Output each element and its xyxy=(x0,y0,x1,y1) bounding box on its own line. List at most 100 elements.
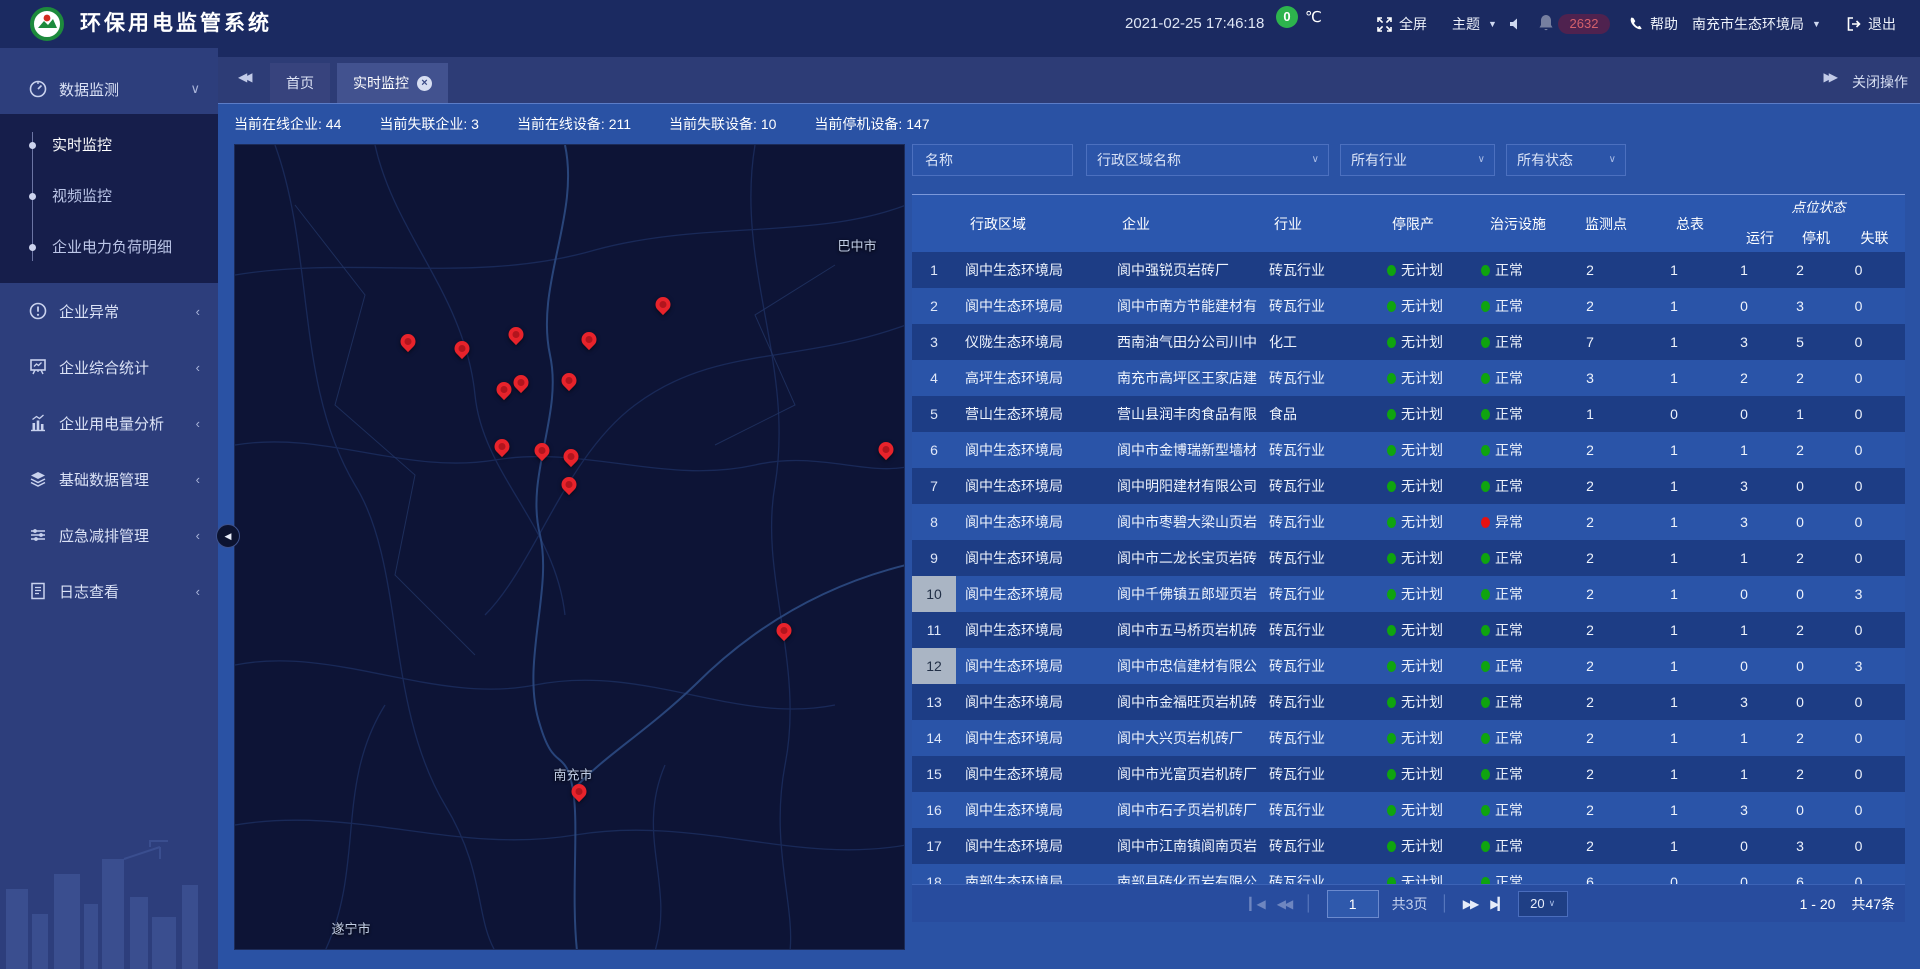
chevron-left-icon: ‹ xyxy=(196,416,200,431)
page-size-select[interactable]: 20 ∨ xyxy=(1518,891,1568,917)
pin-shape xyxy=(558,474,579,495)
fullscreen-label: 全屏 xyxy=(1399,14,1427,34)
status-dot-green xyxy=(1481,805,1490,816)
stop-plan-label: 无计划 xyxy=(1401,656,1443,676)
sidebar-item-3[interactable]: 企业用电量分析‹ xyxy=(0,395,218,451)
cell-facility: 正常 xyxy=(1472,576,1564,612)
table-row[interactable]: 15阆中生态环境局阆中市光富页岩机砖厂砖瓦行业无计划正常21120 xyxy=(912,756,1905,792)
stop-plan-label: 无计划 xyxy=(1401,692,1443,712)
cell-lost: 3 xyxy=(1844,648,1905,684)
col-header-facility: 治污设施 xyxy=(1472,195,1564,253)
sidebar-item-5[interactable]: 应急减排管理‹ xyxy=(0,507,218,563)
first-page-icon[interactable]: ▎◀ xyxy=(1249,897,1263,911)
table-row[interactable]: 13阆中生态环境局阆中市金福旺页岩机砖砖瓦行业无计划正常21300 xyxy=(912,684,1905,720)
cell-run: 1 xyxy=(1732,540,1788,576)
tab-realtime-monitor[interactable]: 实时监控 × xyxy=(337,63,448,103)
theme-menu[interactable]: 主题 ▼ xyxy=(1452,0,1497,48)
map-pin-icon[interactable] xyxy=(561,476,578,498)
table-row[interactable]: 18南部生态环境局南部县砖化页岩有限公砖瓦行业无计划正常60060 xyxy=(912,864,1905,884)
tab-home[interactable]: 首页 xyxy=(270,63,330,103)
table-row[interactable]: 9阆中生态环境局阆中市二龙长宝页岩砖砖瓦行业无计划正常21120 xyxy=(912,540,1905,576)
cell-company: 阆中明阳建材有限公司 xyxy=(1108,468,1260,504)
map-pin-icon[interactable] xyxy=(581,331,598,353)
status-filter-select[interactable]: 所有状态 ∨ xyxy=(1506,144,1626,176)
map-pin-icon[interactable] xyxy=(571,783,588,805)
map-pin-icon[interactable] xyxy=(563,448,580,470)
table-row[interactable]: 11阆中生态环境局阆中市五马桥页岩机砖砖瓦行业无计划正常21120 xyxy=(912,612,1905,648)
logout-button[interactable]: 退出 xyxy=(1846,0,1896,48)
map-pin-icon[interactable] xyxy=(494,438,511,460)
next-page-icon[interactable]: ▶▶ xyxy=(1463,897,1477,911)
map-pin-icon[interactable] xyxy=(400,333,417,355)
cell-region: 阆中生态环境局 xyxy=(956,504,1108,540)
map-pin-icon[interactable] xyxy=(878,441,895,463)
sidebar-item-2[interactable]: 企业综合统计‹ xyxy=(0,339,218,395)
cell-company: 阆中市石子页岩机砖厂 xyxy=(1108,792,1260,828)
table-row[interactable]: 10阆中生态环境局阆中千佛镇五郎垭页岩砖瓦行业无计划正常21003 xyxy=(912,576,1905,612)
map-pin-icon[interactable] xyxy=(655,296,672,318)
collapse-sidebar-handle[interactable]: ◀ xyxy=(216,524,240,548)
stat-label: 当前在线企业: xyxy=(234,116,326,132)
table-row[interactable]: 5营山生态环境局营山县润丰肉食品有限食品无计划正常10010 xyxy=(912,396,1905,432)
mute-button[interactable] xyxy=(1508,0,1524,48)
notification-count-badge[interactable]: 2632 xyxy=(1558,14,1610,34)
industry-filter-select[interactable]: 所有行业 ∨ xyxy=(1340,144,1495,176)
table-row[interactable]: 8阆中生态环境局阆中市枣碧大梁山页岩砖瓦行业无计划异常21300 xyxy=(912,504,1905,540)
table-row[interactable]: 14阆中生态环境局阆中大兴页岩机砖厂砖瓦行业无计划正常21120 xyxy=(912,720,1905,756)
sidebar-item-6[interactable]: 日志查看‹ xyxy=(0,563,218,619)
table-row[interactable]: 7阆中生态环境局阆中明阳建材有限公司砖瓦行业无计划正常21300 xyxy=(912,468,1905,504)
scroll-tabs-left-icon[interactable]: ◀◀ xyxy=(238,70,248,84)
cell-company: 阆中市枣碧大梁山页岩 xyxy=(1108,504,1260,540)
table-row[interactable]: 6阆中生态环境局阆中市金博瑞新型墙材砖瓦行业无计划正常21120 xyxy=(912,432,1905,468)
stat-value: 3 xyxy=(471,116,479,132)
cell-industry: 砖瓦行业 xyxy=(1260,504,1378,540)
sidebar-subitem-0-2[interactable]: 企业电力负荷明细 xyxy=(0,222,218,273)
map-pin-icon[interactable] xyxy=(534,442,551,464)
table-row[interactable]: 12阆中生态环境局阆中市忠信建材有限公砖瓦行业无计划正常21003 xyxy=(912,648,1905,684)
map-pin-icon[interactable] xyxy=(513,374,530,396)
sidebar-item-4[interactable]: 基础数据管理‹ xyxy=(0,451,218,507)
table-row[interactable]: 3仪陇生态环境局西南油气田分公司川中化工无计划正常71350 xyxy=(912,324,1905,360)
cell-stop: 无计划 xyxy=(1378,504,1472,540)
table-row[interactable]: 2阆中生态环境局阆中市南方节能建材有砖瓦行业无计划正常21030 xyxy=(912,288,1905,324)
temperature-unit: ℃ xyxy=(1305,8,1322,26)
map-canvas[interactable]: 巴中市南充市遂宁市 xyxy=(234,144,905,950)
facility-status-label: 正常 xyxy=(1495,872,1523,884)
cell-num: 3 xyxy=(912,324,956,360)
sidebar-item-0[interactable]: 数据监测∨ xyxy=(0,64,218,114)
table-row[interactable]: 17阆中生态环境局阆中市江南镇阆南页岩砖瓦行业无计划正常21030 xyxy=(912,828,1905,864)
sidebar-item-1[interactable]: 企业异常‹ xyxy=(0,283,218,339)
table-row[interactable]: 16阆中生态环境局阆中市石子页岩机砖厂砖瓦行业无计划正常21300 xyxy=(912,792,1905,828)
prev-page-icon[interactable]: ◀◀ xyxy=(1277,897,1291,911)
help-button[interactable]: 帮助 xyxy=(1628,0,1678,48)
name-filter-input[interactable] xyxy=(923,151,1062,169)
org-menu[interactable]: 南充市生态环境局 ▼ xyxy=(1692,0,1821,48)
table-row[interactable]: 1阆中生态环境局阆中强锐页岩砖厂砖瓦行业无计划正常21120 xyxy=(912,252,1905,288)
map-pin-icon[interactable] xyxy=(776,622,793,644)
chevron-down-icon: ∨ xyxy=(190,81,200,97)
cell-meter: 1 xyxy=(1648,612,1732,648)
fullscreen-button[interactable]: 全屏 xyxy=(1376,0,1427,48)
page-number-input[interactable] xyxy=(1327,890,1379,918)
map-pin-icon[interactable] xyxy=(508,326,525,348)
name-filter[interactable] xyxy=(912,144,1073,176)
speaker-icon xyxy=(1508,16,1524,32)
region-filter-select[interactable]: 行政区域名称 ∨ xyxy=(1086,144,1329,176)
sidebar-subitem-0-0[interactable]: 实时监控 xyxy=(0,120,218,171)
cell-industry: 砖瓦行业 xyxy=(1260,540,1378,576)
table-row[interactable]: 4高坪生态环境局南充市高坪区王家店建砖瓦行业无计划正常31220 xyxy=(912,360,1905,396)
map-pin-icon[interactable] xyxy=(496,381,513,403)
scroll-tabs-right-icon[interactable]: ▶▶ xyxy=(1824,70,1834,84)
bell-icon[interactable] xyxy=(1538,14,1554,32)
last-page-icon[interactable]: ▶▎ xyxy=(1490,897,1504,911)
chevron-left-icon: ‹ xyxy=(196,360,200,375)
close-operations-button[interactable]: 关闭操作 xyxy=(1852,72,1908,92)
cell-run: 0 xyxy=(1732,288,1788,324)
close-tab-icon[interactable]: × xyxy=(417,76,432,91)
map-pin-icon[interactable] xyxy=(454,340,471,362)
cell-monitor: 2 xyxy=(1564,792,1648,828)
sidebar-subitem-0-1[interactable]: 视频监控 xyxy=(0,171,218,222)
sidebar-item-label: 企业异常 xyxy=(59,301,119,322)
map-pin-icon[interactable] xyxy=(561,372,578,394)
cell-meter: 1 xyxy=(1648,828,1732,864)
